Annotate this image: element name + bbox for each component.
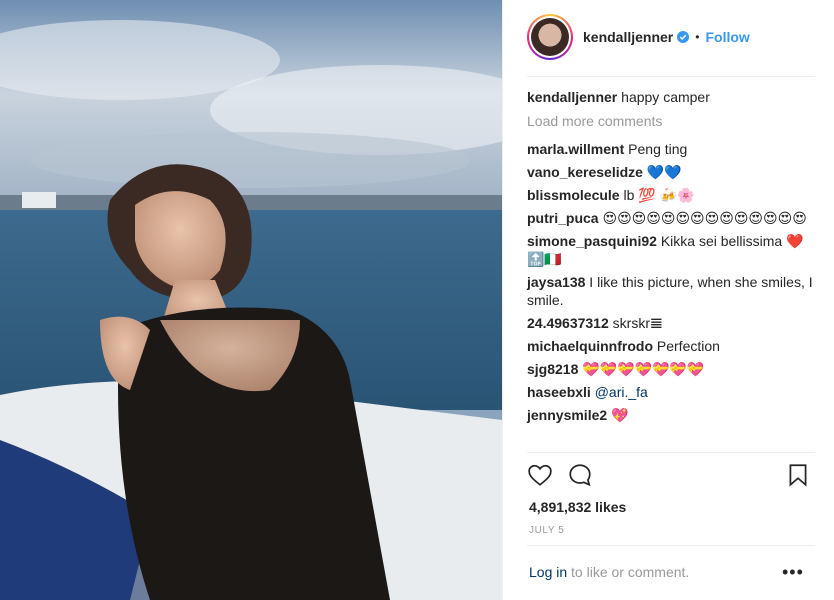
post-header: kendalljenner • Follow <box>527 14 815 60</box>
comment-bubble-icon <box>569 464 591 487</box>
comment-button[interactable] <box>567 462 595 490</box>
comment: michaelquinnfrodo Perfection <box>527 337 817 355</box>
login-prompt: Log in to like or comment. <box>529 564 689 580</box>
comment-username[interactable]: sjg8218 <box>527 361 578 377</box>
follow-button[interactable]: Follow <box>705 29 749 45</box>
comment: jennysmile2 💖 <box>527 406 817 424</box>
post-date[interactable]: JULY 5 <box>529 525 564 536</box>
comment-text: 😍😍😍😍😍😍😍😍😍😍😍😍😍😍 <box>602 210 807 226</box>
comment: sjg8218 💝💝💝💝💝💝💝 <box>527 360 817 378</box>
comment-username[interactable]: blissmolecule <box>527 187 620 203</box>
comment: vano_kereselidze 💙💙 <box>527 163 817 181</box>
comments-list: kendalljenner happy camper Load more com… <box>527 88 817 429</box>
header-username[interactable]: kendalljenner <box>583 29 673 45</box>
comment-text: Perfection <box>656 338 720 354</box>
comment-username[interactable]: putri_puca <box>527 210 599 226</box>
login-link[interactable]: Log in <box>529 564 567 580</box>
avatar-image <box>531 18 569 56</box>
likes-count[interactable]: 4,891,832 likes <box>529 499 626 515</box>
comment: haseebxli @ari._fa <box>527 383 817 401</box>
comment-mention-link[interactable]: @ari._fa <box>595 384 648 400</box>
comment: jaysa138 I like this picture, when she s… <box>527 273 817 309</box>
comment-username[interactable]: michaelquinnfrodo <box>527 338 653 354</box>
comment: marla.willment Peng ting <box>527 140 817 158</box>
comment: putri_puca 😍😍😍😍😍😍😍😍😍😍😍😍😍😍 <box>527 209 817 227</box>
comment-text: lb 💯 🍻🌸 <box>623 187 695 203</box>
post-photo[interactable] <box>0 0 502 600</box>
like-button[interactable] <box>527 462 555 490</box>
comment: simone_pasquini92 Kikka sei bellissima ❤… <box>527 232 817 268</box>
divider <box>527 452 815 453</box>
caption-text: happy camper <box>621 89 710 105</box>
comment-username[interactable]: jennysmile2 <box>527 407 607 423</box>
post-caption: kendalljenner happy camper <box>527 88 817 106</box>
divider <box>527 545 815 546</box>
login-prompt-text: to like or comment. <box>567 564 690 580</box>
bookmark-icon <box>789 464 807 487</box>
comment-text: skrskr𝌆 <box>612 315 663 331</box>
heart-icon <box>528 464 552 486</box>
photo-image <box>0 0 502 600</box>
comment-username[interactable]: haseebxli <box>527 384 591 400</box>
post-actions <box>527 462 815 492</box>
comment-text: Peng ting <box>628 141 688 157</box>
comment-text: 💖 <box>611 407 629 423</box>
caption-username[interactable]: kendalljenner <box>527 89 617 105</box>
comment-username[interactable]: marla.willment <box>527 141 624 157</box>
comment-username[interactable]: simone_pasquini92 <box>527 233 657 249</box>
comment: blissmolecule lb 💯 🍻🌸 <box>527 186 817 204</box>
verified-badge-icon <box>677 31 690 43</box>
load-more-comments-button[interactable]: Load more comments <box>527 112 817 130</box>
save-button[interactable] <box>785 462 813 490</box>
more-options-icon[interactable]: ••• <box>782 562 804 583</box>
instagram-post: kendalljenner • Follow kendalljenner hap… <box>0 0 834 600</box>
comment-text: 💙💙 <box>646 164 682 180</box>
comment-username[interactable]: jaysa138 <box>527 274 585 290</box>
comment: 24.49637312 skrskr𝌆 <box>527 314 817 332</box>
divider <box>527 76 815 77</box>
comment-username[interactable]: vano_kereselidze <box>527 164 643 180</box>
separator-dot: • <box>695 30 700 44</box>
avatar[interactable] <box>527 14 573 60</box>
comment-text: 💝💝💝💝💝💝💝 <box>582 361 705 377</box>
post-side-panel: kendalljenner • Follow kendalljenner hap… <box>502 0 834 600</box>
comment-username[interactable]: 24.49637312 <box>527 315 609 331</box>
